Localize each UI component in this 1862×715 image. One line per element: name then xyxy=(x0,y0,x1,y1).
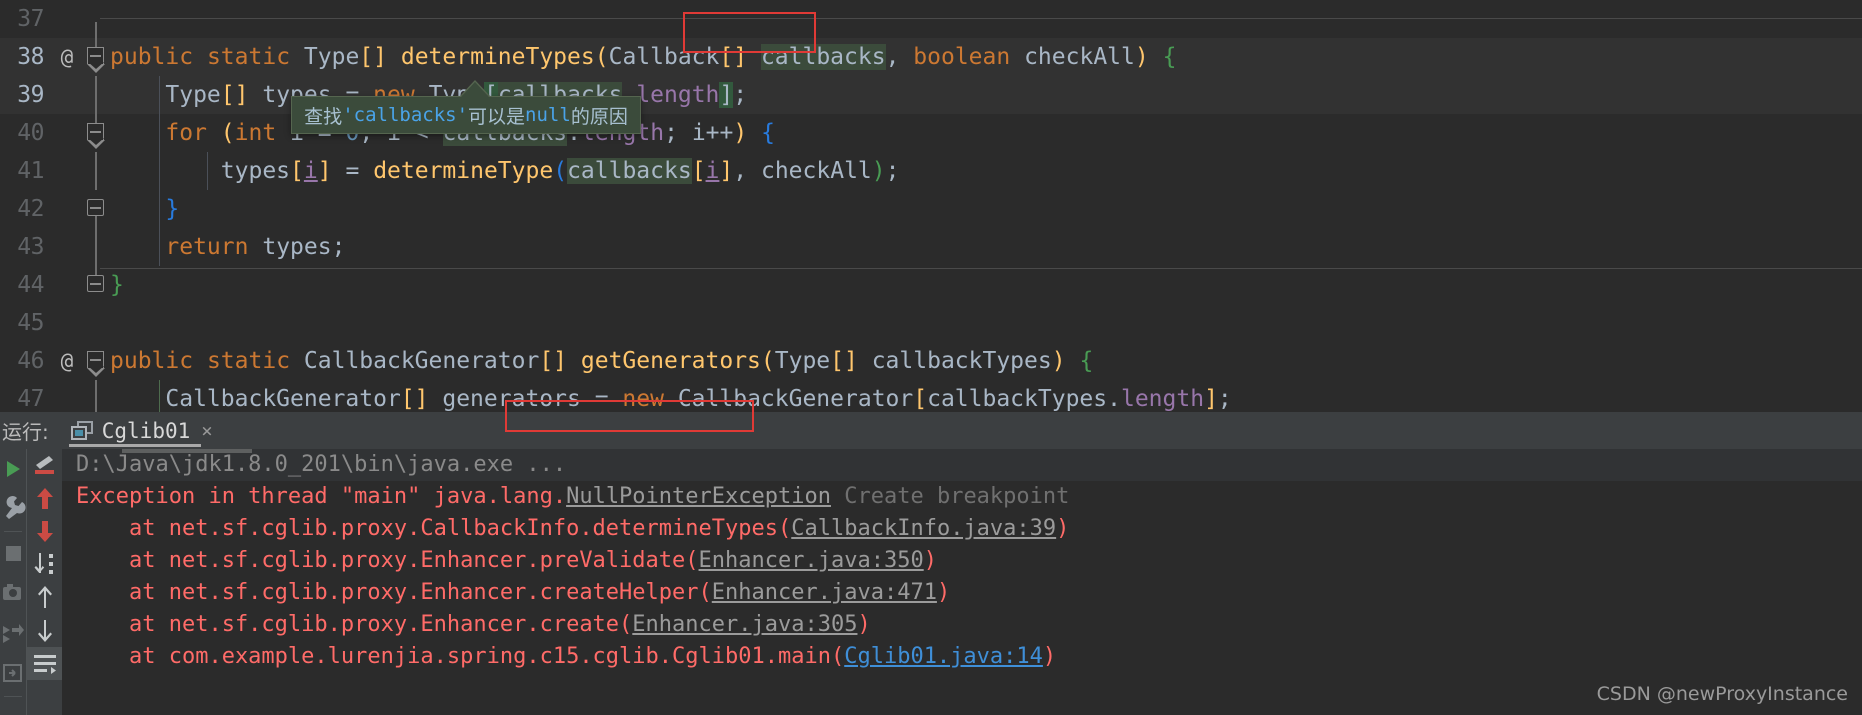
code-line-44[interactable]: 44 } xyxy=(0,266,1862,304)
code-line-42[interactable]: 42 } xyxy=(0,190,1862,228)
line-number: 42 xyxy=(17,196,44,222)
source-link[interactable]: CallbackInfo.java:39 xyxy=(791,516,1056,541)
tooltip-symbol: 'callbacks' xyxy=(342,104,469,126)
code-text: return types; xyxy=(110,228,1862,266)
wrench-icon[interactable] xyxy=(0,489,26,529)
method-separator xyxy=(100,18,1862,19)
code-line-41[interactable]: 41 types[i] = determineType(callbacks[i]… xyxy=(0,152,1862,190)
stack-frame-2: at net.sf.cglib.proxy.Enhancer.preValida… xyxy=(76,548,937,573)
ide-window: 37 38 @ public static Type[] determineTy… xyxy=(0,0,1862,715)
fold-gutter[interactable] xyxy=(82,38,110,76)
divider xyxy=(4,531,22,532)
console-toolbar[interactable] xyxy=(26,449,63,715)
tooltip-prefix: 查找 xyxy=(304,105,343,128)
run-configuration-icon xyxy=(70,421,93,440)
close-icon[interactable]: × xyxy=(199,420,212,442)
horizontal-scrollbar[interactable] xyxy=(122,449,252,453)
line-number: 41 xyxy=(17,158,44,184)
code-text: types[i] = determineType(callbacks[i], c… xyxy=(110,152,1862,190)
annotation-marker: @ xyxy=(60,45,74,69)
stack-frame-1: at net.sf.cglib.proxy.CallbackInfo.deter… xyxy=(76,516,1070,541)
down-red-arrow-icon[interactable] xyxy=(27,515,63,548)
stop-icon[interactable] xyxy=(0,534,26,574)
line-number: 40 xyxy=(17,120,44,146)
camera-icon[interactable] xyxy=(0,574,26,614)
code-editor[interactable]: 37 38 @ public static Type[] determineTy… xyxy=(0,0,1862,412)
run-tab-cglib01[interactable]: Cglib01 × xyxy=(63,412,223,449)
method-separator-2 xyxy=(100,268,1862,269)
console-output[interactable]: D:\Java\jdk1.8.0_201\bin\java.exe ... Ex… xyxy=(62,449,1862,715)
rerun-icon[interactable] xyxy=(0,449,26,489)
scroll-up-icon[interactable] xyxy=(27,581,63,614)
line-number: 39 xyxy=(17,82,44,108)
scroll-down-icon[interactable] xyxy=(27,614,63,647)
source-link[interactable]: Enhancer.java:305 xyxy=(632,612,857,637)
divider-2 xyxy=(4,696,22,697)
soft-wrap-icon[interactable] xyxy=(27,647,63,680)
line-number: 46 xyxy=(17,348,44,374)
code-line-40[interactable]: 40 for (int i = 0; i < callbacks.length;… xyxy=(0,114,1862,152)
tooltip-keyword: null xyxy=(525,104,571,126)
code-line-46[interactable]: 46 @ public static CallbackGenerator[] g… xyxy=(0,342,1862,380)
code-text: } xyxy=(110,272,124,298)
run-header: 运行: Cglib01 × xyxy=(0,412,1862,449)
line-number: 44 xyxy=(17,272,44,298)
run-tab-title: Cglib01 xyxy=(101,418,191,443)
code-text: public static Type[] determineTypes(Call… xyxy=(110,44,1177,70)
console-line-exception: Exception in thread "main" java.lang.Nul… xyxy=(76,484,1070,509)
stack-frame-3: at net.sf.cglib.proxy.Enhancer.createHel… xyxy=(76,580,951,605)
stack-frame-4: at net.sf.cglib.proxy.Enhancer.create(En… xyxy=(76,612,871,637)
line-number: 38 xyxy=(17,44,44,70)
fold-gutter[interactable] xyxy=(82,380,110,412)
stack-frame-5: at com.example.lurenjia.spring.c15.cglib… xyxy=(76,644,1057,669)
line-number: 37 xyxy=(17,6,44,32)
code-line-38[interactable]: 38 @ public static Type[] determineTypes… xyxy=(0,38,1862,76)
annotation-marker: @ xyxy=(60,349,74,373)
watermark: CSDN @newProxyInstance xyxy=(1596,683,1848,705)
fold-gutter[interactable] xyxy=(82,152,110,190)
fold-gutter[interactable] xyxy=(82,190,110,228)
sort-icon[interactable] xyxy=(27,548,63,581)
export-icon[interactable] xyxy=(0,614,26,654)
code-line-47[interactable]: 47 CallbackGenerator[] generators = new … xyxy=(0,380,1862,412)
fold-gutter[interactable] xyxy=(82,0,110,38)
fold-gutter[interactable] xyxy=(82,114,110,152)
run-window-label: 运行: xyxy=(2,420,49,444)
line-number: 45 xyxy=(17,310,44,336)
fold-gutter[interactable] xyxy=(82,266,110,304)
tooltip-suffix: 的原因 xyxy=(570,105,628,128)
exception-link[interactable]: NullPointerException xyxy=(566,484,831,509)
fold-gutter[interactable] xyxy=(82,76,110,114)
up-red-arrow-icon[interactable] xyxy=(27,482,63,515)
run-side-actions[interactable] xyxy=(0,449,26,715)
console-line-command: D:\Java\jdk1.8.0_201\bin\java.exe ... xyxy=(62,449,1862,481)
create-breakpoint-hint[interactable]: Create breakpoint xyxy=(844,484,1069,509)
fold-gutter[interactable] xyxy=(82,304,110,342)
code-text: public static CallbackGenerator[] getGen… xyxy=(110,348,1094,374)
print-icon[interactable] xyxy=(0,654,26,694)
source-link[interactable]: Enhancer.java:350 xyxy=(699,548,924,573)
fold-gutter[interactable] xyxy=(82,228,110,266)
line-number: 43 xyxy=(17,234,44,260)
source-link[interactable]: Enhancer.java:471 xyxy=(712,580,937,605)
code-line-37[interactable]: 37 xyxy=(0,0,1862,38)
code-line-45[interactable]: 45 xyxy=(0,304,1862,342)
line-number: 47 xyxy=(17,386,44,412)
fold-gutter[interactable] xyxy=(82,342,110,380)
code-line-43[interactable]: 43 return types; xyxy=(0,228,1862,266)
tooltip-middle: 可以是 xyxy=(468,105,526,128)
filter-stacktrace-icon[interactable] xyxy=(27,449,63,482)
inspection-tooltip[interactable]: 查找 'callbacks' 可以是 null 的原因 xyxy=(291,96,641,134)
source-link-active[interactable]: Cglib01.java:14 xyxy=(844,644,1043,669)
code-line-39[interactable]: 39 Type[] types = new Type[callbacks.len… xyxy=(0,76,1862,114)
code-text: CallbackGenerator[] generators = new Cal… xyxy=(110,380,1862,412)
code-text: } xyxy=(110,190,1862,228)
tooltip-arrow xyxy=(461,82,489,97)
run-tool-window: 运行: Cglib01 × D:\Java\jdk1.8.0_201\bin\j… xyxy=(0,400,1862,715)
